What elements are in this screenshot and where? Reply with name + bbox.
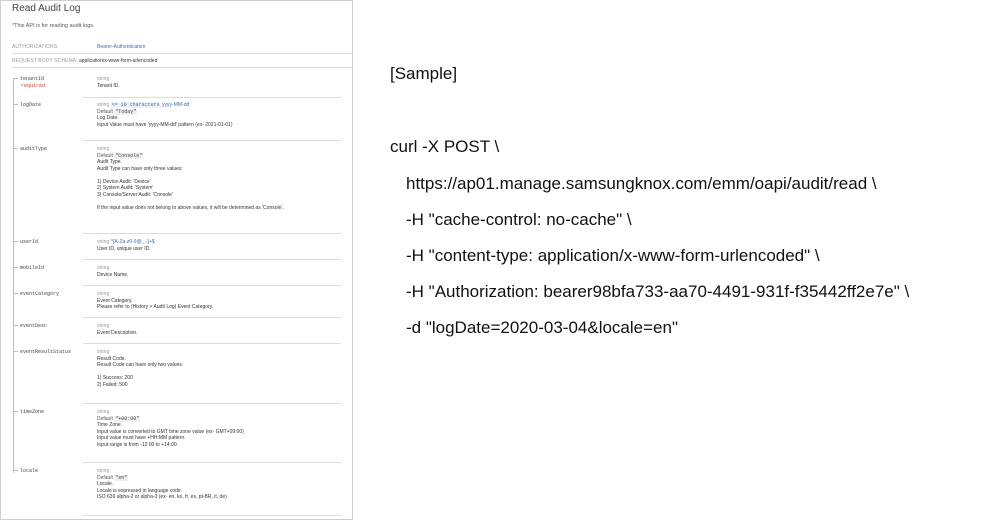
schema-label: REQUEST BODY SCHEMA: [12,58,78,64]
required-badge: required [21,83,46,89]
param-name: locale [20,468,39,474]
default-value: "Today" [114,108,138,115]
param-divider [83,403,341,404]
default-value: "+00:00" [114,415,141,422]
divider [12,67,352,68]
param-name: userId [20,239,39,245]
param-desc-line: User ID, unique user ID. [97,245,151,252]
param-divider [83,317,341,318]
param-name: logDate [20,102,42,108]
sample-code-line: -d "logDate=2020-03-04&locale=en" [406,318,678,337]
default-label: Default [97,415,113,422]
sample-code-line: curl -X POST \ [390,137,500,156]
param-type: string [97,102,110,108]
param-desc-line: Device Name. [97,271,129,278]
param-desc-line: Please refer to (History > Audit Log) Ev… [97,304,214,310]
param-desc-line: Tenant ID. [97,82,120,89]
param-name: eventDesc [20,323,48,329]
param-desc-line: ISO 639 alpha-2 or alpha-3 (ex- en, ko, … [97,494,227,500]
param-format: ^[A-Za-z0-9@_.-]+$ [110,239,155,245]
sample-heading: [Sample] [390,64,458,83]
sample-code-line: -H "Authorization: bearer98bfa733-aa70-4… [406,282,910,301]
param-name: eventCategory [20,291,60,297]
param-divider [83,259,341,260]
default-label: Default [97,108,113,115]
param-desc-line: Input Value must have 'yyyy-MM-dd' patte… [97,121,233,128]
default-value: "Console" [114,152,144,159]
param-format: yyyy-MM-dd [162,102,190,108]
authorizations-link[interactable]: Bearer-Authentication [97,44,145,50]
param-desc-line: Input range is from -12:00 to +14:00. [97,441,179,448]
default-label: Default [97,152,113,159]
param-name: mobileId [20,265,45,271]
divider [12,53,352,54]
param-name: timeZone [20,409,45,415]
param-name: auditType [20,146,48,152]
param-desc-line: If the input value does not belong to ab… [97,204,284,211]
default-label: Default [97,474,113,481]
param-divider [83,343,341,344]
param-name: tenantId [20,76,45,82]
param-divider [83,462,341,463]
param-divider [83,233,341,234]
page-title: Read Audit Log [12,3,81,14]
param-constraint: <= 10 characters [110,102,161,108]
param-divider [83,285,341,286]
param-desc-line: 2) Failed: 500 [97,381,128,388]
authorizations-label: AUTHORIZATIONS: [12,44,59,50]
param-type: string [97,239,110,245]
api-description: *This API is for reading audit logs. [12,23,95,29]
sample-code-line: https://ap01.manage.samsungknox.com/emm/… [406,174,877,193]
param-divider [83,515,341,516]
param-name: eventResultStatus [20,349,72,355]
schema-value: application/x-www-form-urlencoded [79,58,158,64]
param-divider [83,140,341,141]
param-divider [83,97,341,98]
api-doc-panel: Read Audit Log *This API is for reading … [0,0,353,520]
sample-code-line: -H "cache-control: no-cache" \ [406,210,632,229]
param-desc-line: Event Description. [97,329,138,336]
sample-code-line: -H "content-type: application/x-www-form… [406,246,820,265]
default-value: "en" [114,474,129,481]
